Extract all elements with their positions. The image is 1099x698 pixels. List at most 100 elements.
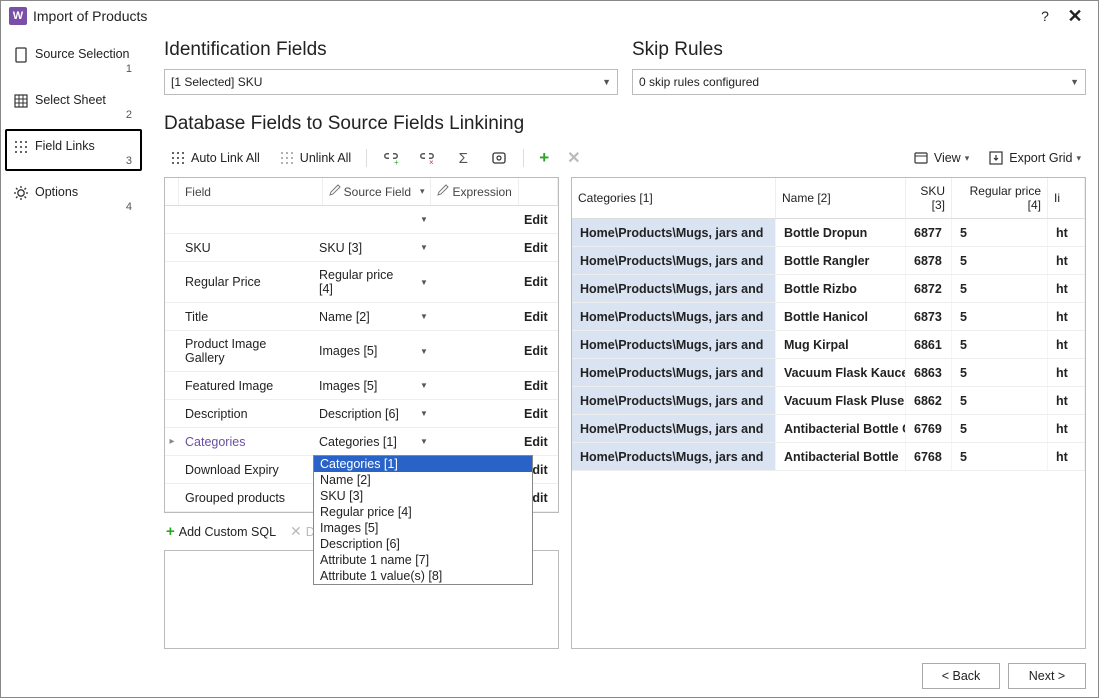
source-field-cell[interactable]: Name [2]	[313, 303, 415, 330]
dropdown-option[interactable]: Attribute 1 value(s) [8]	[314, 568, 532, 584]
preview-row[interactable]: Home\Products\Mugs, jars andAntibacteria…	[572, 415, 1085, 443]
field-link-row[interactable]: Regular PriceRegular price [4]▼Edit	[165, 262, 558, 303]
preview-row[interactable]: Home\Products\Mugs, jars andBottle Rangl…	[572, 247, 1085, 275]
col-price[interactable]: Regular price [4]	[952, 178, 1048, 218]
x-icon: ✕	[567, 148, 580, 168]
source-field-dropdown[interactable]: Categories [1]Name [2]SKU [3]Regular pri…	[313, 455, 533, 585]
add-link-button[interactable]: +	[377, 146, 405, 170]
cell-images: ht	[1048, 387, 1085, 414]
source-column-header[interactable]: Source Field ▾	[323, 178, 432, 205]
help-icon[interactable]: ?	[1030, 8, 1060, 24]
edit-column-header	[519, 178, 558, 205]
dropdown-option[interactable]: Regular price [4]	[314, 504, 532, 520]
filter-icon: ▾	[420, 186, 425, 197]
col-images[interactable]: Ii	[1048, 178, 1085, 218]
edit-button[interactable]: Edit	[518, 428, 558, 455]
source-field-cell[interactable]: Regular price [4]	[313, 262, 415, 302]
row-indicator	[165, 234, 179, 261]
export-grid-button[interactable]: Export Grid ▾	[982, 146, 1086, 170]
expression-cell[interactable]	[433, 234, 518, 261]
dropdown-option[interactable]: Attribute 1 name [7]	[314, 552, 532, 568]
cell-price: 5	[952, 387, 1048, 414]
edit-button[interactable]: Edit	[518, 372, 558, 399]
source-dropdown-button[interactable]: ▼	[415, 428, 433, 455]
col-name[interactable]: Name [2]	[776, 178, 906, 218]
source-dropdown-button[interactable]: ▼	[415, 303, 433, 330]
add-custom-sql-button[interactable]: + Add Custom SQL	[166, 523, 276, 540]
filter-edit-button[interactable]: Edit	[518, 206, 558, 233]
edit-button[interactable]: Edit	[518, 262, 558, 302]
preview-row[interactable]: Home\Products\Mugs, jars andBottle Hanic…	[572, 303, 1085, 331]
view-icon	[912, 149, 930, 167]
source-dropdown-button[interactable]: ▼	[415, 262, 433, 302]
skip-rules-dropdown[interactable]: 0 skip rules configured ▼	[632, 69, 1086, 95]
auto-link-all-button[interactable]: Auto Link All	[164, 146, 265, 170]
dropdown-option[interactable]: Name [2]	[314, 472, 532, 488]
view-menu-button[interactable]: View ▾	[907, 146, 974, 170]
preview-row[interactable]: Home\Products\Mugs, jars andVacuum Flask…	[572, 359, 1085, 387]
chevron-down-icon: ▼	[602, 77, 611, 87]
field-link-row[interactable]: SKUSKU [3]▼Edit	[165, 234, 558, 262]
field-link-row[interactable]: DescriptionDescription [6]▼Edit	[165, 400, 558, 428]
col-categories[interactable]: Categories [1]	[572, 178, 776, 218]
source-field-cell[interactable]: Categories [1]	[313, 428, 415, 455]
cell-price: 5	[952, 359, 1048, 386]
field-link-row[interactable]: TitleName [2]▼Edit	[165, 303, 558, 331]
dropdown-option[interactable]: SKU [3]	[314, 488, 532, 504]
source-dropdown-button[interactable]: ▼	[415, 400, 433, 427]
unlink-icon	[278, 149, 296, 167]
add-row-button[interactable]: +	[534, 145, 554, 171]
preview-row[interactable]: Home\Products\Mugs, jars andAntibacteria…	[572, 443, 1085, 471]
preview-row[interactable]: Home\Products\Mugs, jars andBottle Dropu…	[572, 219, 1085, 247]
field-link-row[interactable]: Featured ImageImages [5]▼Edit	[165, 372, 558, 400]
edit-button[interactable]: Edit	[518, 400, 558, 427]
unlink-all-button[interactable]: Unlink All	[273, 146, 356, 170]
close-icon[interactable]: ✕	[1060, 6, 1090, 27]
step-options[interactable]: Options 4	[5, 175, 142, 217]
remove-link-button[interactable]: ×	[413, 146, 441, 170]
remove-row-button[interactable]: ✕	[562, 145, 585, 171]
step-field-links[interactable]: Field Links 3	[5, 129, 142, 171]
dropdown-option[interactable]: Images [5]	[314, 520, 532, 536]
source-field-cell[interactable]: Images [5]	[313, 331, 415, 371]
source-dropdown-button[interactable]: ▼	[415, 331, 433, 371]
edit-button[interactable]: Edit	[518, 331, 558, 371]
dropdown-option[interactable]: Categories [1]	[314, 456, 532, 472]
field-column-header[interactable]: Field	[179, 178, 323, 205]
expression-column-header[interactable]: Expression	[431, 178, 518, 205]
step-number: 2	[126, 109, 132, 121]
source-field-cell[interactable]: Description [6]	[313, 400, 415, 427]
source-dropdown-button[interactable]: ▼	[415, 234, 433, 261]
edit-button[interactable]: Edit	[518, 303, 558, 330]
expression-cell[interactable]	[433, 372, 518, 399]
filter-dropdown-button[interactable]: ▼	[415, 206, 433, 233]
dropdown-option[interactable]: Description [6]	[314, 536, 532, 552]
pencil-icon	[329, 184, 341, 199]
edit-button[interactable]: Edit	[518, 234, 558, 261]
preview-row[interactable]: Home\Products\Mugs, jars andMug Kirpal68…	[572, 331, 1085, 359]
sigma-button[interactable]: Σ	[449, 146, 477, 170]
back-button[interactable]: < Back	[922, 663, 1000, 689]
field-link-row[interactable]: ▸CategoriesCategories [1]▼EditCategories…	[165, 428, 558, 456]
preview-button[interactable]	[485, 146, 513, 170]
source-field-cell[interactable]: Images [5]	[313, 372, 415, 399]
source-field-cell[interactable]: SKU [3]	[313, 234, 415, 261]
col-sku[interactable]: SKU [3]	[906, 178, 952, 218]
field-link-row[interactable]: Product Image GalleryImages [5]▼Edit	[165, 331, 558, 372]
sigma-icon: Σ	[454, 149, 472, 167]
expression-cell[interactable]	[433, 331, 518, 371]
identification-dropdown[interactable]: [1 Selected] SKU ▼	[164, 69, 618, 95]
next-button[interactable]: Next >	[1008, 663, 1086, 689]
source-dropdown-button[interactable]: ▼	[415, 372, 433, 399]
step-select-sheet[interactable]: Select Sheet 2	[5, 83, 142, 125]
step-source-selection[interactable]: Source Selection 1	[5, 37, 142, 79]
expression-cell[interactable]	[433, 400, 518, 427]
cell-images: ht	[1048, 331, 1085, 358]
skip-rules-value: 0 skip rules configured	[639, 75, 759, 89]
expression-cell[interactable]	[433, 262, 518, 302]
preview-row[interactable]: Home\Products\Mugs, jars andVacuum Flask…	[572, 387, 1085, 415]
expression-cell[interactable]	[433, 428, 518, 455]
preview-row[interactable]: Home\Products\Mugs, jars andBottle Rizbo…	[572, 275, 1085, 303]
filter-row[interactable]: ▼ Edit	[165, 206, 558, 234]
expression-cell[interactable]	[433, 303, 518, 330]
